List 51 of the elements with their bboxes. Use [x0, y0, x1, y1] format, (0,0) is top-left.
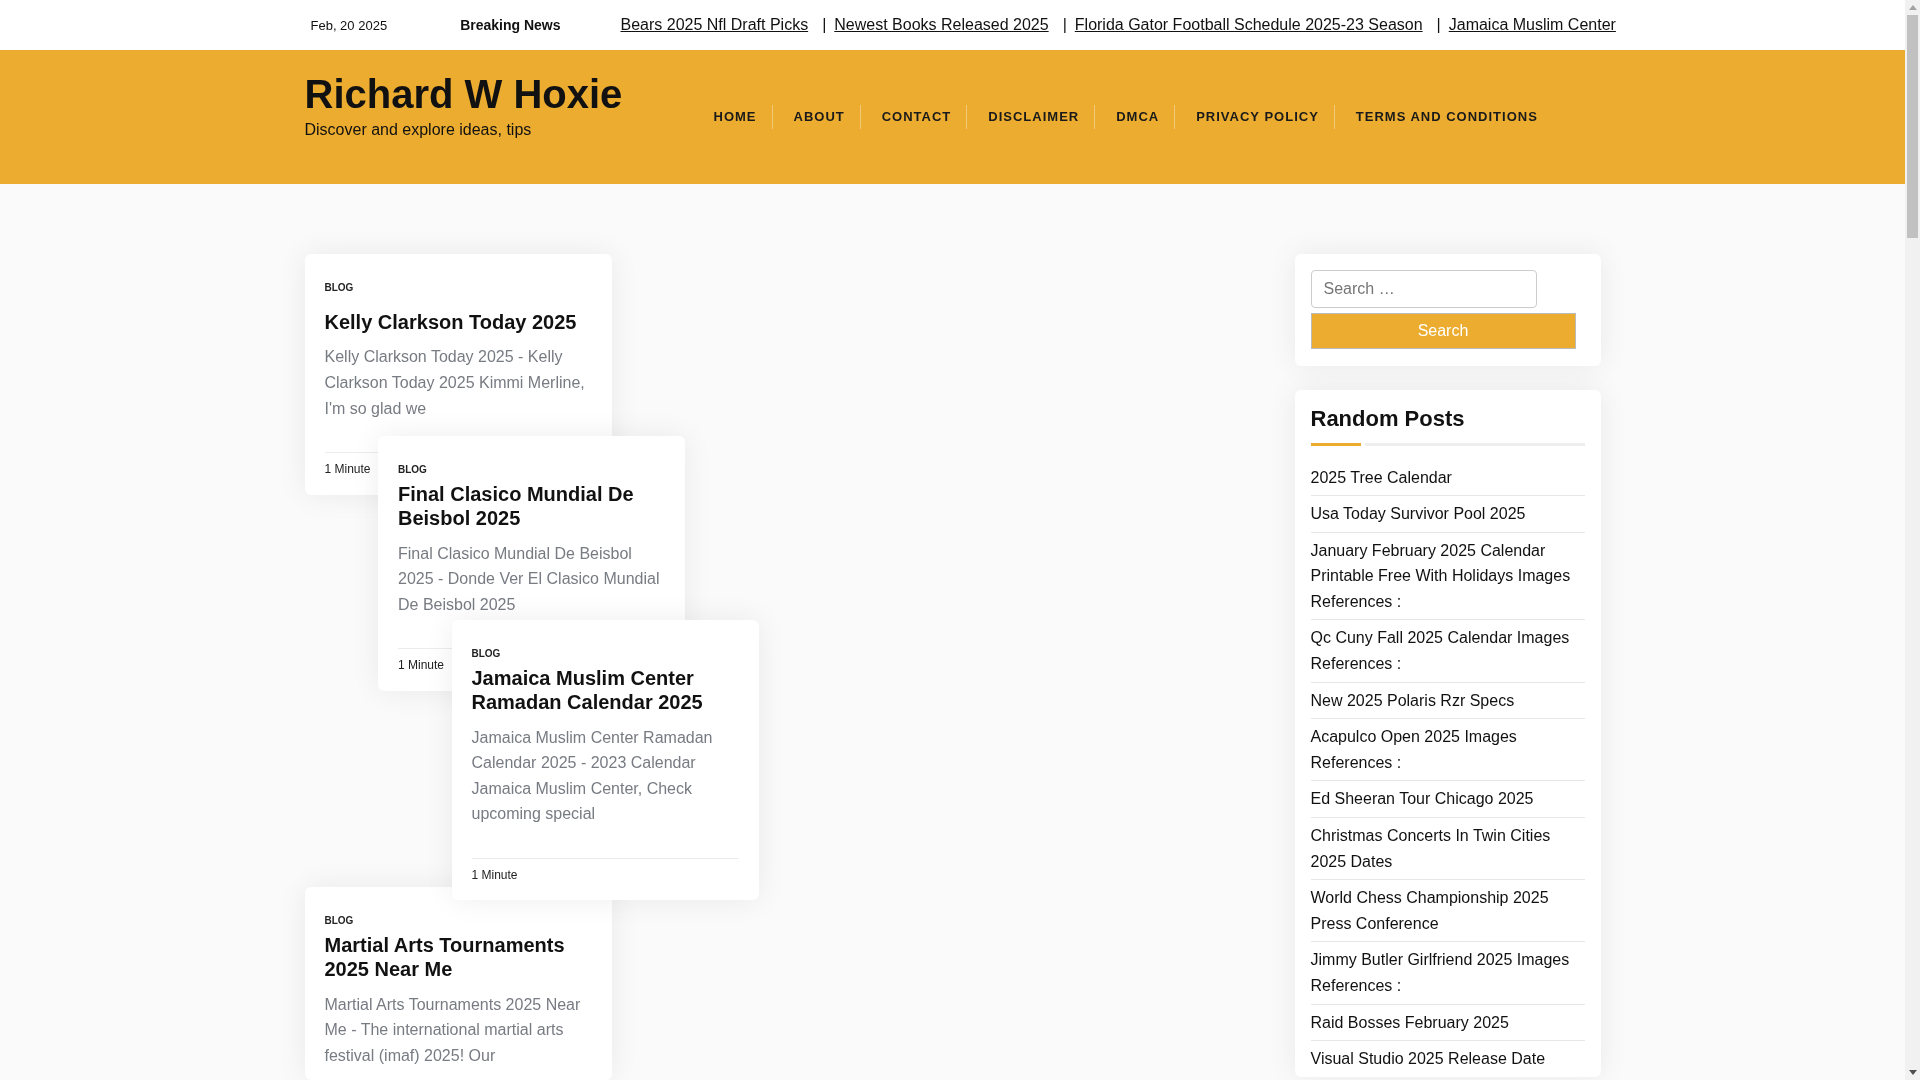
post-title-link[interactable]: Jamaica Muslim Center Ramadan Calendar 2025	[471, 665, 739, 715]
random-post-link[interactable]: Qc Cuny Fall 2025 Calendar Images References :	[1310, 625, 1585, 677]
ticker-separator: |	[1436, 16, 1441, 34]
random-post-link[interactable]: Raid Bosses February 2025	[1310, 1009, 1585, 1036]
post-title-link[interactable]: Kelly Clarkson Today 2025	[324, 310, 592, 335]
random-post-link[interactable]: January February 2025 Calendar Printable Free With Holidays Images References :	[1310, 537, 1585, 615]
random-post-link[interactable]: Visual Studio 2025 Release Date	[1310, 1046, 1585, 1072]
random-post-link[interactable]: Jimmy Butler Girlfriend 2025 Images References :	[1310, 947, 1585, 999]
breaking-news-label: Breaking News	[460, 17, 561, 33]
read-time: 1 Minute	[471, 867, 518, 883]
scroll-down-icon[interactable]	[1908, 1070, 1917, 1075]
random-post-link[interactable]: World Chess Championship 2025 Press Conference	[1310, 885, 1585, 937]
news-ticker-link[interactable]: Jamaica Muslim Center	[1448, 16, 1616, 34]
category-link[interactable]: BLOG	[324, 282, 354, 294]
news-ticker-link[interactable]: Florida Gator Football Schedule 2025-23 Season	[1074, 16, 1423, 34]
ticker-separator: |	[1062, 16, 1067, 34]
nav-link[interactable]: ABOUT	[772, 105, 861, 129]
post-excerpt: Jamaica Muslim Center Ramadan Calendar 2025 - 2023 Calendar Jamaica Muslim Center, Check upcoming special	[471, 727, 714, 825]
random-post-link[interactable]: New 2025 Polaris Rzr Specs	[1310, 687, 1585, 714]
site-tagline: Discover and explore ideas, tips	[304, 120, 532, 140]
news-ticker-link[interactable]: Newest Books Released 2025	[834, 16, 1049, 34]
ticker-separator: |	[822, 16, 827, 34]
site-title[interactable]: Richard W Hoxie	[304, 70, 623, 118]
read-time: 1 Minute	[398, 658, 445, 674]
scrollbar[interactable]	[1905, 0, 1920, 1080]
nav-link[interactable]: PRIVACY POLICY	[1175, 105, 1335, 129]
nav-link[interactable]: DMCA	[1095, 105, 1176, 129]
nav-link[interactable]: TERMS AND CONDITIONS	[1334, 105, 1553, 129]
news-ticker-link[interactable]: Bears 2025 Nfl Draft Picks	[620, 16, 809, 34]
random-post-link[interactable]: Acapulco Open 2025 Images References :	[1310, 724, 1585, 776]
category-link[interactable]: BLOG	[471, 647, 501, 660]
read-time: 1 Minute	[324, 462, 371, 478]
widget-heading: Random Posts	[1310, 406, 1465, 432]
random-post-link[interactable]: 2025 Tree Calendar	[1310, 464, 1585, 491]
scrollbar-thumb[interactable]	[1907, 15, 1918, 238]
category-link[interactable]: BLOG	[398, 463, 427, 476]
random-post-link[interactable]: Usa Today Survivor Pool 2025	[1310, 501, 1585, 527]
current-date: Feb, 20 2025	[310, 17, 388, 33]
random-post-link[interactable]: Christmas Concerts In Twin Cities 2025 Dates	[1310, 823, 1585, 875]
nav-link[interactable]: HOME	[692, 105, 773, 129]
post-excerpt: Final Clasico Mundial De Beisbol 2025 - Donde Ver El Clasico Mundial De Beisbol 2025	[398, 543, 661, 615]
random-post-link[interactable]: Ed Sheeran Tour Chicago 2025	[1310, 786, 1585, 813]
post-title-link[interactable]: Martial Arts Tournaments 2025 Near Me	[324, 932, 592, 982]
post-excerpt: Martial Arts Tournaments 2025 Near Me - The international martial arts festival (imaf) 2025! Our	[324, 994, 582, 1066]
search-field[interactable]: Search …	[1310, 270, 1537, 308]
category-link[interactable]: BLOG	[324, 914, 354, 927]
nav-link[interactable]: CONTACT	[860, 105, 968, 129]
nav-link[interactable]: DISCLAIMER	[967, 105, 1096, 129]
post-title-link[interactable]: Final Clasico Mundial De Beisbol 2025	[398, 481, 665, 531]
post-excerpt: Kelly Clarkson Today 2025 - Kelly Clarkson Today 2025 Kimmi Merline, I'm so glad we	[324, 347, 586, 419]
scroll-up-icon[interactable]	[1908, 5, 1917, 10]
